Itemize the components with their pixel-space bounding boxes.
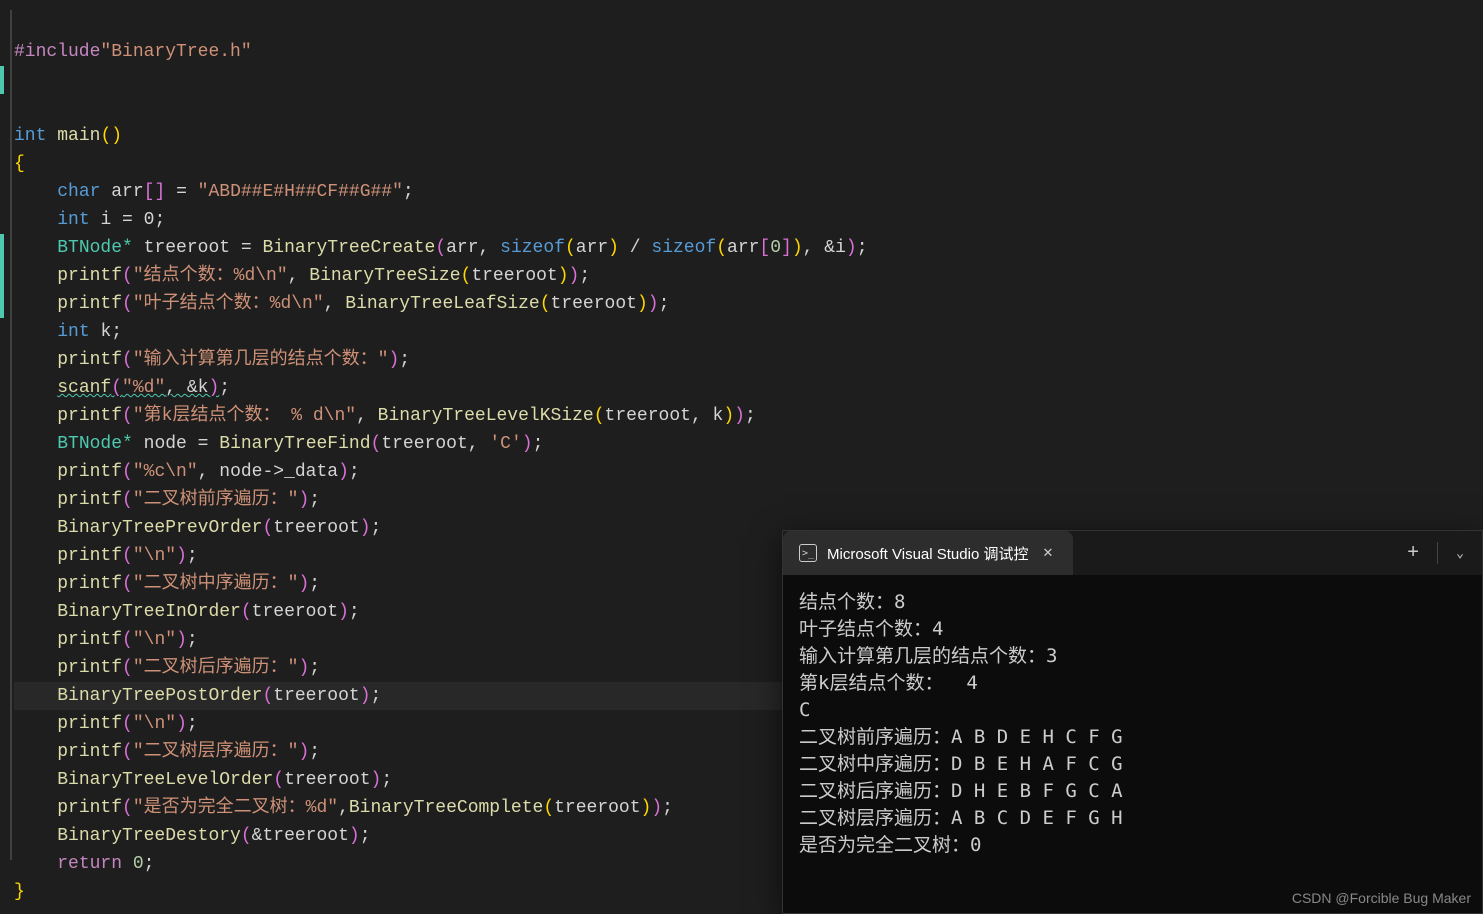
terminal-icon: >_ [799,544,817,562]
str-klevel: "第k层结点个数： % d\n" [133,406,356,426]
func-printf: printf [57,798,122,818]
terminal-window: >_ Microsoft Visual Studio 调试控 ✕ + ⌄ 结点个… [782,530,1483,914]
terminal-tab[interactable]: >_ Microsoft Visual Studio 调试控 ✕ [783,531,1073,575]
node-var: node [144,434,187,454]
str-preorder: "二叉树前序遍历：" [133,490,299,510]
func-printf: printf [57,658,122,678]
func-printf: printf [57,546,122,566]
new-tab-icon[interactable]: + [1407,542,1419,565]
k-var: k; [100,322,122,342]
func-printf: printf [57,406,122,426]
type-btnode: BTNode* [57,434,133,454]
str-nl: "\n" [133,546,176,566]
gutter-marker [0,234,4,318]
terminal-line: 叶子结点个数：4 [799,618,943,640]
func-printf: printf [57,742,122,762]
terminal-actions: + ⌄ [1389,542,1482,565]
kw-sizeof: sizeof [651,238,716,258]
return-val: 0 [133,854,144,874]
str-nodecount: "结点个数：%d\n" [133,266,288,286]
func-btc: BinaryTreeCreate [262,238,435,258]
node-member: node->_data [219,462,338,482]
func-btlevel: BinaryTreeLevelOrder [57,770,273,790]
include-directive: #include [14,42,100,62]
func-btsize: BinaryTreeSize [309,266,460,286]
terminal-line: 是否为完全二叉树：0 [799,834,981,856]
terminal-titlebar: >_ Microsoft Visual Studio 调试控 ✕ + ⌄ [783,531,1482,575]
str-inputlevel: "输入计算第几层的结点个数：" [133,350,389,370]
type-btnode: BTNode* [57,238,133,258]
func-printf: printf [57,462,122,482]
terminal-line: 第k层结点个数： 4 [799,672,978,694]
func-printf: printf [57,630,122,650]
str-levelorder: "二叉树层序遍历：" [133,742,299,762]
str-leafcount: "叶子结点个数：%d\n" [133,294,324,314]
terminal-tab-title: Microsoft Visual Studio 调试控 [827,543,1028,564]
func-printf: printf [57,574,122,594]
func-btlevelk: BinaryTreeLevelKSize [378,406,594,426]
str-nl: "\n" [133,714,176,734]
str-inorder: "二叉树中序遍历：" [133,574,299,594]
str-complete: "是否为完全二叉树：%d" [133,798,338,818]
watermark: CSDN @Forcible Bug Maker [1292,890,1471,906]
divider [1437,542,1438,564]
arr-value: "ABD##E#H##CF##G##" [198,182,403,202]
func-printf: printf [57,266,122,286]
terminal-line: 二叉树后序遍历：D H E B F G C A [799,780,1123,802]
func-btdestroy: BinaryTreeDestory [57,826,241,846]
str-postorder: "二叉树后序遍历：" [133,658,299,678]
terminal-line: 二叉树前序遍历：A B D E H C F G [799,726,1123,748]
func-printf: printf [57,294,122,314]
terminal-line: 结点个数：8 [799,591,905,613]
gutter-marker [0,66,4,94]
terminal-line: 二叉树中序遍历：D B E H A F C G [799,753,1123,775]
include-header: "BinaryTree.h" [100,42,251,62]
treeroot: treeroot [144,238,230,258]
func-btfind: BinaryTreeFind [219,434,370,454]
str-nl: "\n" [133,630,176,650]
func-printf: printf [57,490,122,510]
func-btprev: BinaryTreePrevOrder [57,518,262,538]
kw-int: int [57,322,89,342]
func-printf: printf [57,350,122,370]
chevron-down-icon[interactable]: ⌄ [1456,546,1464,561]
close-icon[interactable]: ✕ [1038,545,1057,561]
i-init: i = 0; [100,210,165,230]
terminal-line: 输入计算第几层的结点个数：3 [799,645,1057,667]
str-charfmt: "%c\n" [133,462,198,482]
func-btpost: BinaryTreePostOrder [57,686,262,706]
func-printf: printf [57,714,122,734]
arr-name: arr [111,182,143,202]
func-btleaf: BinaryTreeLeafSize [345,294,539,314]
kw-return: return [57,854,122,874]
kw-int: int [57,210,89,230]
kw-char: char [57,182,100,202]
gutter-change-bar [10,10,12,860]
terminal-line: 二叉树层序遍历：A B C D E F G H [799,807,1123,829]
func-btcomplete: BinaryTreeComplete [349,798,543,818]
terminal-body[interactable]: 结点个数：8 叶子结点个数：4 输入计算第几层的结点个数：3 第k层结点个数： … [783,575,1482,873]
func-scanf: scanf [57,378,111,398]
func-btin: BinaryTreeInOrder [57,602,241,622]
terminal-line: C [799,699,810,721]
kw-sizeof: sizeof [500,238,565,258]
char-lit: 'C' [489,434,521,454]
scanf-fmt: "%d" [122,378,165,398]
scanf-arg: &k [187,378,209,398]
